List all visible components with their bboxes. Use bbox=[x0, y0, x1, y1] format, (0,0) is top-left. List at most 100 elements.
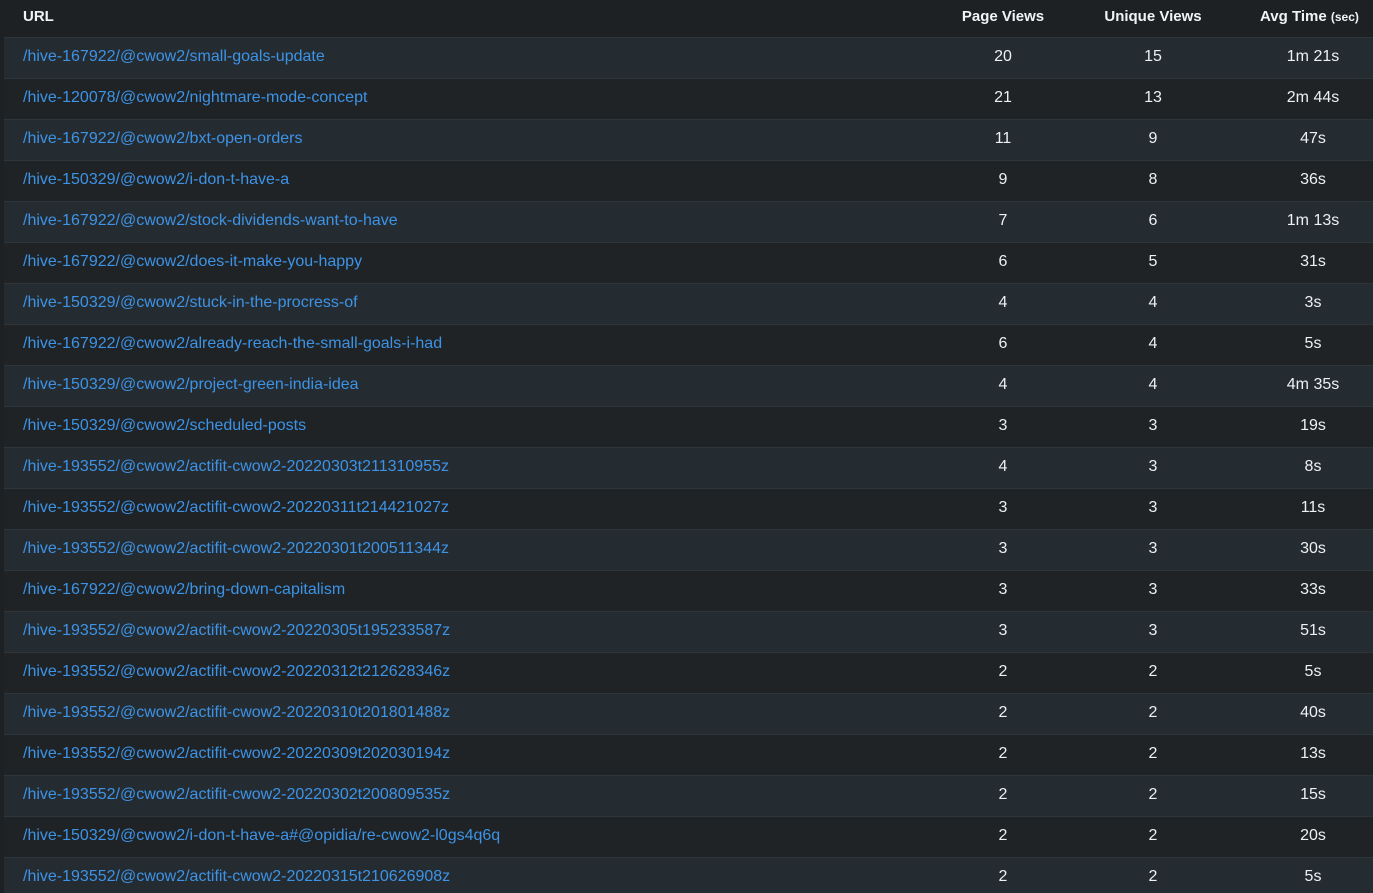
unique-views-cell: 3 bbox=[1148, 417, 1158, 434]
avg-time-cell: 13s bbox=[1300, 745, 1326, 762]
avg-time-cell: 11s bbox=[1300, 499, 1326, 516]
unique-views-cell: 2 bbox=[1148, 745, 1158, 762]
url-link[interactable]: /hive-193552/@cwow2/actifit-cwow2-202203… bbox=[23, 663, 450, 680]
unique-views-cell: 2 bbox=[1148, 704, 1158, 721]
table-row: /hive-193552/@cwow2/actifit-cwow2-202203… bbox=[4, 652, 1373, 693]
url-cell: /hive-193552/@cwow2/actifit-cwow2-202203… bbox=[23, 776, 450, 816]
unique-views-cell: 3 bbox=[1148, 540, 1158, 557]
url-cell: /hive-120078/@cwow2/nightmare-mode-conce… bbox=[23, 79, 367, 119]
avg-time-cell: 5s bbox=[1304, 663, 1322, 680]
table-body: /hive-167922/@cwow2/small-goals-update 20… bbox=[0, 37, 1373, 893]
url-link[interactable]: /hive-193552/@cwow2/actifit-cwow2-202203… bbox=[23, 622, 450, 639]
unique-views-cell: 4 bbox=[1148, 376, 1158, 393]
url-link[interactable]: /hive-150329/@cwow2/stuck-in-the-procres… bbox=[23, 294, 358, 311]
url-cell: /hive-167922/@cwow2/stock-dividends-want… bbox=[23, 202, 398, 242]
page-views-cell: 3 bbox=[998, 622, 1008, 639]
url-link[interactable]: /hive-193552/@cwow2/actifit-cwow2-202203… bbox=[23, 540, 449, 557]
page-views-cell: 2 bbox=[998, 745, 1008, 762]
column-header-url[interactable]: URL bbox=[23, 0, 54, 37]
table-row: /hive-193552/@cwow2/actifit-cwow2-202203… bbox=[4, 447, 1373, 488]
unique-views-cell: 9 bbox=[1148, 130, 1158, 147]
page-views-cell: 3 bbox=[998, 581, 1008, 598]
unique-views-cell: 6 bbox=[1148, 212, 1158, 229]
table-row: /hive-150329/@cwow2/stuck-in-the-procres… bbox=[4, 283, 1373, 324]
unique-views-cell: 8 bbox=[1148, 171, 1158, 188]
url-cell: /hive-193552/@cwow2/actifit-cwow2-202203… bbox=[23, 694, 450, 734]
url-link[interactable]: /hive-150329/@cwow2/i-don-t-have-a bbox=[23, 171, 289, 188]
url-link[interactable]: /hive-193552/@cwow2/actifit-cwow2-202203… bbox=[23, 458, 449, 475]
table-row: /hive-167922/@cwow2/small-goals-update 20… bbox=[4, 37, 1373, 78]
url-cell: /hive-193552/@cwow2/actifit-cwow2-202203… bbox=[23, 858, 450, 893]
url-link[interactable]: /hive-150329/@cwow2/project-green-india-… bbox=[23, 376, 359, 393]
url-cell: /hive-167922/@cwow2/does-it-make-you-hap… bbox=[23, 243, 362, 283]
unique-views-cell: 2 bbox=[1148, 827, 1158, 844]
unique-views-cell: 4 bbox=[1148, 335, 1158, 352]
table-row: /hive-193552/@cwow2/actifit-cwow2-202203… bbox=[4, 857, 1373, 893]
unique-views-cell: 2 bbox=[1148, 868, 1158, 885]
unique-views-cell: 15 bbox=[1144, 48, 1162, 65]
url-cell: /hive-167922/@cwow2/already-reach-the-sm… bbox=[23, 325, 442, 365]
url-link[interactable]: /hive-167922/@cwow2/stock-dividends-want… bbox=[23, 212, 398, 229]
table-row: /hive-193552/@cwow2/actifit-cwow2-202203… bbox=[4, 488, 1373, 529]
avg-time-unit: (sec) bbox=[1330, 10, 1359, 24]
url-cell: /hive-150329/@cwow2/scheduled-posts bbox=[23, 407, 306, 447]
table-row: /hive-120078/@cwow2/nightmare-mode-conce… bbox=[4, 78, 1373, 119]
page-views-cell: 2 bbox=[998, 868, 1008, 885]
column-header-unique-views[interactable]: Unique Views bbox=[1078, 0, 1228, 37]
page-stats-table: URL Page Views Unique Views Avg Time (se… bbox=[0, 0, 1373, 893]
url-cell: /hive-150329/@cwow2/stuck-in-the-procres… bbox=[23, 284, 358, 324]
page-views-cell: 2 bbox=[998, 827, 1008, 844]
table-row: /hive-193552/@cwow2/actifit-cwow2-202203… bbox=[4, 529, 1373, 570]
column-header-page-views[interactable]: Page Views bbox=[928, 0, 1078, 37]
avg-time-cell: 8s bbox=[1304, 458, 1322, 475]
url-link[interactable]: /hive-150329/@cwow2/i-don-t-have-a#@opid… bbox=[23, 827, 500, 844]
page-views-cell: 4 bbox=[998, 294, 1008, 311]
url-link[interactable]: /hive-167922/@cwow2/already-reach-the-sm… bbox=[23, 335, 442, 352]
url-cell: /hive-193552/@cwow2/actifit-cwow2-202203… bbox=[23, 735, 450, 775]
url-link[interactable]: /hive-150329/@cwow2/scheduled-posts bbox=[23, 417, 306, 434]
url-link[interactable]: /hive-167922/@cwow2/bxt-open-orders bbox=[23, 130, 303, 147]
avg-time-cell: 19s bbox=[1300, 417, 1326, 434]
url-link[interactable]: /hive-193552/@cwow2/actifit-cwow2-202203… bbox=[23, 745, 450, 762]
url-cell: /hive-193552/@cwow2/actifit-cwow2-202203… bbox=[23, 530, 449, 570]
page-views-cell: 6 bbox=[998, 335, 1008, 352]
url-link[interactable]: /hive-167922/@cwow2/does-it-make-you-hap… bbox=[23, 253, 362, 270]
table-row: /hive-167922/@cwow2/stock-dividends-want… bbox=[4, 201, 1373, 242]
page-views-cell: 20 bbox=[994, 48, 1012, 65]
avg-time-cell: 36s bbox=[1300, 171, 1326, 188]
table-row: /hive-150329/@cwow2/scheduled-posts 3 3 19s bbox=[4, 406, 1373, 447]
table-row: /hive-193552/@cwow2/actifit-cwow2-202203… bbox=[4, 775, 1373, 816]
unique-views-cell: 3 bbox=[1148, 458, 1158, 475]
url-cell: /hive-167922/@cwow2/small-goals-update bbox=[23, 38, 325, 78]
avg-time-cell: 20s bbox=[1300, 827, 1326, 844]
url-link[interactable]: /hive-193552/@cwow2/actifit-cwow2-202203… bbox=[23, 704, 450, 721]
url-link[interactable]: /hive-167922/@cwow2/small-goals-update bbox=[23, 48, 325, 65]
avg-time-cell: 15s bbox=[1300, 786, 1326, 803]
page-views-cell: 2 bbox=[998, 663, 1008, 680]
table-row: /hive-193552/@cwow2/actifit-cwow2-202203… bbox=[4, 611, 1373, 652]
avg-time-cell: 47s bbox=[1300, 130, 1326, 147]
url-link[interactable]: /hive-193552/@cwow2/actifit-cwow2-202203… bbox=[23, 499, 449, 516]
page-views-cell: 4 bbox=[998, 376, 1008, 393]
url-link[interactable]: /hive-193552/@cwow2/actifit-cwow2-202203… bbox=[23, 786, 450, 803]
unique-views-cell: 3 bbox=[1148, 581, 1158, 598]
unique-views-cell: 4 bbox=[1148, 294, 1158, 311]
unique-views-cell: 13 bbox=[1144, 89, 1162, 106]
url-link[interactable]: /hive-120078/@cwow2/nightmare-mode-conce… bbox=[23, 89, 367, 106]
page-views-cell: 4 bbox=[998, 458, 1008, 475]
avg-time-cell: 5s bbox=[1304, 868, 1322, 885]
avg-time-cell: 31s bbox=[1300, 253, 1326, 270]
table-row: /hive-193552/@cwow2/actifit-cwow2-202203… bbox=[4, 734, 1373, 775]
column-header-avg-time[interactable]: Avg Time (sec) bbox=[1260, 0, 1359, 37]
unique-views-cell: 3 bbox=[1148, 499, 1158, 516]
page-views-cell: 3 bbox=[998, 499, 1008, 516]
avg-time-cell: 4m 35s bbox=[1286, 376, 1340, 393]
url-link[interactable]: /hive-167922/@cwow2/bring-down-capitalis… bbox=[23, 581, 345, 598]
url-cell: /hive-167922/@cwow2/bxt-open-orders bbox=[23, 120, 303, 160]
url-link[interactable]: /hive-193552/@cwow2/actifit-cwow2-202203… bbox=[23, 868, 450, 885]
table-header: URL Page Views Unique Views Avg Time (se… bbox=[0, 0, 1373, 37]
page-views-cell: 7 bbox=[998, 212, 1008, 229]
url-cell: /hive-193552/@cwow2/actifit-cwow2-202203… bbox=[23, 653, 450, 693]
url-cell: /hive-150329/@cwow2/i-don-t-have-a bbox=[23, 161, 289, 201]
table-row: /hive-167922/@cwow2/bxt-open-orders 11 9 47… bbox=[4, 119, 1373, 160]
